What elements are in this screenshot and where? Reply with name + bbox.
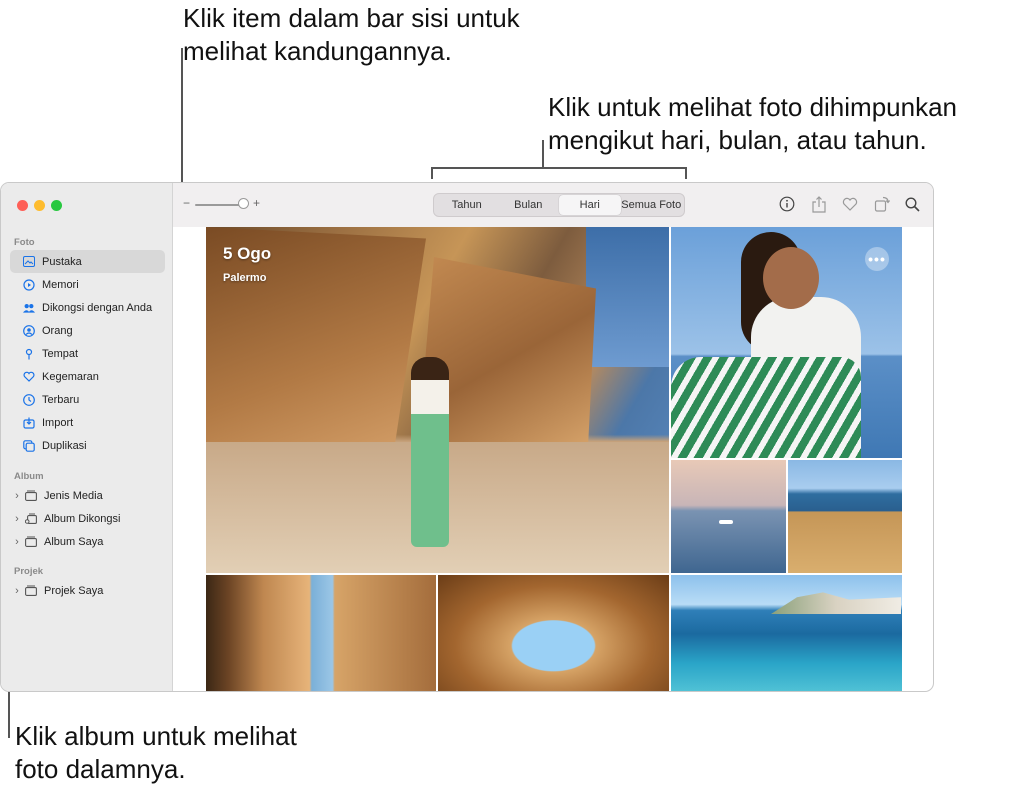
- folder-icon: [25, 585, 37, 597]
- section-title-album: Album: [14, 471, 44, 482]
- heart-icon[interactable]: [841, 195, 859, 213]
- clock-icon: [23, 393, 35, 406]
- photo-person: [411, 357, 449, 547]
- sidebar-item-label: Import: [42, 416, 74, 429]
- photo-cave-group[interactable]: [438, 575, 669, 691]
- minimize-window-button[interactable]: [34, 200, 45, 211]
- tab-semua-foto[interactable]: Semua Foto: [621, 195, 683, 215]
- day-location: Palermo: [223, 272, 267, 284]
- zoom-in-label[interactable]: +: [253, 196, 260, 210]
- folder-icon: [25, 490, 37, 502]
- sidebar-item-pustaka[interactable]: Pustaka: [10, 250, 165, 273]
- zoom-window-button[interactable]: [51, 200, 62, 211]
- sidebar-item-kegemaran[interactable]: Kegemaran: [10, 365, 165, 388]
- sidebar-item-label: Kegemaran: [42, 370, 99, 383]
- duplicates-icon: [23, 439, 35, 452]
- sidebar-item-label: Album Dikongsi: [44, 512, 121, 525]
- view-segmented-control: Tahun Bulan Hari Semua Foto: [433, 193, 685, 217]
- sidebar-item-label: Projek Saya: [44, 584, 104, 597]
- sidebar: Foto Pustaka Memori Dikongsi dengan Anda…: [1, 183, 173, 691]
- photo-main-day[interactable]: 5 Ogo Palermo: [206, 227, 669, 573]
- sidebar-item-duplikasi[interactable]: Duplikasi: [10, 434, 165, 457]
- photo-head: [763, 247, 819, 309]
- sidebar-item-dikongsi-dengan-anda[interactable]: Dikongsi dengan Anda: [10, 296, 165, 319]
- places-icon: [23, 348, 35, 360]
- sidebar-item-label: Tempat: [42, 347, 79, 360]
- photo-sea-town[interactable]: [671, 575, 902, 691]
- sidebar-item-label: Memori: [42, 278, 79, 291]
- tab-tahun[interactable]: Tahun: [436, 195, 498, 215]
- zoom-slider-knob[interactable]: [237, 198, 249, 209]
- sidebar-item-orang[interactable]: Orang: [10, 319, 165, 342]
- close-window-button[interactable]: [17, 200, 28, 211]
- tab-hari[interactable]: Hari: [559, 195, 621, 215]
- photo-sky: [586, 227, 669, 367]
- chevron-right-icon[interactable]: ›: [12, 585, 22, 597]
- sidebar-item-label: Dikongsi dengan Anda: [42, 301, 153, 314]
- sidebar-item-album-saya[interactable]: › Album Saya: [10, 530, 165, 553]
- photo-coast[interactable]: [788, 460, 902, 573]
- search-icon[interactable]: [903, 195, 921, 213]
- chevron-right-icon[interactable]: ›: [12, 490, 22, 502]
- people-icon: [23, 324, 35, 337]
- sidebar-item-jenis-media[interactable]: › Jenis Media: [10, 484, 165, 507]
- photo-grid: 5 Ogo Palermo •••: [206, 227, 902, 691]
- sidebar-item-album-dikongsi[interactable]: › Album Dikongsi: [10, 507, 165, 530]
- chevron-right-icon[interactable]: ›: [12, 513, 22, 525]
- sidebar-callout: Klik item dalam bar sisi untuk melihat k…: [183, 3, 520, 66]
- tab-bulan[interactable]: Bulan: [498, 195, 560, 215]
- sidebar-item-memori[interactable]: Memori: [10, 273, 165, 296]
- zoom-out-label[interactable]: −: [183, 196, 190, 210]
- import-icon: [23, 417, 35, 429]
- share-icon[interactable]: [810, 195, 828, 213]
- heart-icon: [23, 371, 35, 383]
- folder-icon: [25, 536, 37, 548]
- sidebar-item-label: Orang: [42, 324, 73, 337]
- photo-portrait[interactable]: •••: [671, 227, 902, 458]
- tabs-callout-line: [542, 140, 544, 168]
- tabs-callout: Klik untuk melihat foto dihimpunkan meng…: [548, 92, 958, 155]
- sidebar-item-label: Album Saya: [44, 535, 104, 548]
- sidebar-item-import[interactable]: Import: [10, 411, 165, 434]
- shared-with-you-icon: [23, 302, 35, 314]
- sidebar-item-label: Pustaka: [42, 255, 82, 268]
- memories-icon: [23, 278, 35, 291]
- photos-window: Foto Pustaka Memori Dikongsi dengan Anda…: [0, 182, 934, 692]
- sidebar-item-terbaru[interactable]: Terbaru: [10, 388, 165, 411]
- chevron-right-icon[interactable]: ›: [12, 536, 22, 548]
- toolbar: − + Tahun Bulan Hari Semua Foto: [173, 183, 933, 227]
- info-icon[interactable]: [778, 195, 796, 213]
- photo-cliff[interactable]: [206, 575, 436, 691]
- album-callout: Klik album untuk melihat foto dalamnya.: [15, 721, 297, 784]
- photo-skirt: [671, 357, 861, 458]
- section-title-projek: Projek: [14, 566, 44, 577]
- section-title-foto: Foto: [14, 237, 35, 248]
- shared-folder-icon: [25, 513, 37, 525]
- sidebar-item-projek-saya[interactable]: › Projek Saya: [10, 579, 165, 602]
- photo-boat: [719, 520, 733, 524]
- library-icon: [23, 256, 35, 268]
- sidebar-item-label: Jenis Media: [44, 489, 103, 502]
- photo-sea-boat[interactable]: [671, 460, 786, 573]
- tabs-bracket-horizontal: [431, 167, 687, 169]
- tabs-bracket-left: [431, 167, 433, 179]
- sidebar-item-label: Terbaru: [42, 393, 80, 406]
- rotate-icon[interactable]: [873, 195, 891, 213]
- sidebar-item-label: Duplikasi: [42, 439, 87, 452]
- photo-town: [771, 592, 901, 614]
- sidebar-item-tempat[interactable]: Tempat: [10, 342, 165, 365]
- more-options-button[interactable]: •••: [865, 247, 889, 271]
- tabs-bracket-right: [685, 167, 687, 179]
- day-title: 5 Ogo: [223, 244, 272, 263]
